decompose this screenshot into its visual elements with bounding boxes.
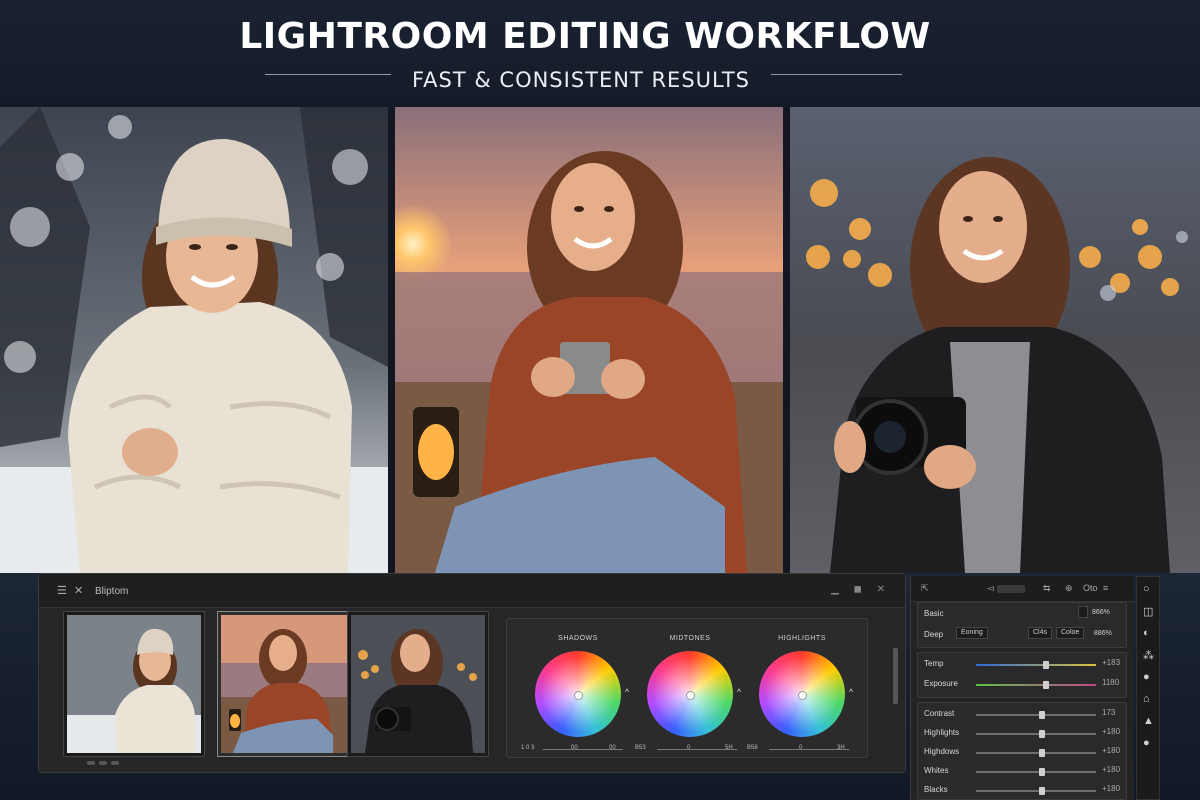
wheel-handle-shadows[interactable] bbox=[574, 691, 583, 700]
basic-section: Basic 866% Deep Eoning Cl4s Coloe 886% bbox=[917, 602, 1127, 648]
presence-slider[interactable] bbox=[976, 730, 1096, 738]
page-title: LIGHTROOM EDITING WORKFLOW bbox=[239, 16, 931, 57]
list-icon[interactable]: ≡ bbox=[1103, 583, 1108, 593]
tool-strip: ○ ◫ ◐ ⁂ ● ⌂ ▲ ● bbox=[1136, 576, 1160, 800]
presence-label: Highdows bbox=[924, 747, 960, 756]
filmstrip-scroll-track[interactable] bbox=[53, 759, 513, 767]
presence-value: 173 bbox=[1102, 708, 1116, 717]
triangle-icon[interactable]: ▲ bbox=[1143, 715, 1154, 727]
color-chip[interactable]: Coloe bbox=[1056, 627, 1085, 639]
presence-slider-knob[interactable] bbox=[1039, 768, 1045, 776]
presence-label: Blacks bbox=[924, 785, 948, 794]
close-icon[interactable]: ✕ bbox=[74, 584, 83, 597]
temp-value: +183 bbox=[1102, 658, 1121, 667]
editor-window: ☰ ✕ Bliptom ▁ ◼ ✕ SHADOWS MIDTONES HIGHL… bbox=[38, 573, 906, 773]
scale-mid: 0 bbox=[799, 745, 803, 751]
presence-slider-knob[interactable] bbox=[1039, 749, 1045, 757]
scale-min: B58 bbox=[747, 745, 758, 751]
scale-mid: 0 bbox=[687, 745, 691, 751]
add-icon[interactable]: ⊕ bbox=[1065, 583, 1073, 594]
basic-toggle[interactable] bbox=[1078, 606, 1088, 618]
scale-min: 1 0 3 bbox=[521, 745, 535, 751]
editor-name: Bliptom bbox=[95, 586, 129, 597]
presence-value: +180 bbox=[1102, 727, 1121, 736]
temp-label: Temp bbox=[924, 659, 944, 668]
basic-label: Basic bbox=[924, 609, 944, 618]
tone-icon[interactable]: ◐ bbox=[1143, 627, 1150, 639]
presence-slider-knob[interactable] bbox=[1039, 787, 1045, 795]
toolbar-label[interactable]: Oto bbox=[1083, 583, 1098, 593]
home-icon[interactable]: ⌂ bbox=[1143, 693, 1150, 705]
expand-icon[interactable]: ⇱ bbox=[921, 583, 929, 594]
toolbar-pill[interactable] bbox=[997, 585, 1025, 593]
temp-slider[interactable] bbox=[976, 661, 1096, 669]
thumbnail-beach-sunset[interactable] bbox=[217, 611, 359, 757]
wheel-caret-icon[interactable]: ^ bbox=[625, 687, 629, 697]
tone-section: Temp +183 Exposure 1180 bbox=[917, 652, 1127, 698]
wheel-handle-highlights[interactable] bbox=[798, 691, 807, 700]
presence-slider[interactable] bbox=[976, 768, 1096, 776]
header-banner: LIGHTROOM EDITING WORKFLOW FAST & CONSIS… bbox=[0, 0, 1200, 107]
wheel-scale-shadows[interactable]: 1 0 3 00 00 bbox=[521, 745, 631, 755]
wheel-handle-midtones[interactable] bbox=[686, 691, 695, 700]
presence-slider[interactable] bbox=[976, 787, 1096, 795]
page-subtitle: FAST & CONSISTENT RESULTS bbox=[412, 68, 750, 92]
color-grading-panel: SHADOWS MIDTONES HIGHLIGHTS ^ ^ ^ 1 0 3 … bbox=[506, 618, 868, 758]
menu-icon[interactable]: ☰ bbox=[57, 584, 67, 597]
presence-section: Contrast 173 Highlights +180 Highdows +180 Whi… bbox=[917, 702, 1127, 800]
presence-label: Contrast bbox=[924, 709, 955, 718]
scale-max: 3H bbox=[837, 745, 845, 751]
profile-dropdown[interactable]: Eoning bbox=[956, 627, 988, 639]
editor-scrollbar[interactable] bbox=[893, 648, 898, 704]
wheel-caret-icon[interactable]: ^ bbox=[737, 687, 741, 697]
scale-mid: 00 bbox=[571, 745, 578, 751]
wheel-caret-icon[interactable]: ^ bbox=[849, 687, 853, 697]
healing-icon[interactable]: ⁂ bbox=[1143, 649, 1154, 662]
crop-circle-icon[interactable]: ○ bbox=[1143, 583, 1150, 595]
exposure-value: 1180 bbox=[1102, 678, 1120, 687]
wheel-label-midtones: MIDTONES bbox=[669, 635, 711, 642]
presence-value: +180 bbox=[1102, 784, 1121, 793]
profile-label: Deep bbox=[924, 630, 944, 639]
divider-line-right bbox=[771, 74, 902, 75]
photo-beach-sunset bbox=[395, 107, 783, 573]
mask-icon[interactable]: ● bbox=[1143, 671, 1150, 683]
temp-slider-knob[interactable] bbox=[1042, 661, 1049, 669]
treatment-chip[interactable]: Cl4s bbox=[1028, 627, 1053, 639]
presence-slider-knob[interactable] bbox=[1039, 711, 1045, 719]
presence-slider[interactable] bbox=[976, 749, 1096, 757]
wheel-scale-midtones[interactable]: B53 0 5H bbox=[635, 745, 745, 755]
presence-label: Highlights bbox=[924, 728, 960, 737]
scale-max: 5H bbox=[725, 745, 733, 751]
presence-value: +180 bbox=[1102, 765, 1121, 774]
exposure-slider[interactable] bbox=[976, 681, 1096, 689]
presence-label: Whites bbox=[924, 766, 949, 775]
profile-value: 886% bbox=[1094, 630, 1112, 637]
swap-icon[interactable]: ⇆ bbox=[1043, 583, 1051, 594]
wheel-scale-highlights[interactable]: B58 0 3H bbox=[747, 745, 857, 755]
photo-city-night bbox=[790, 107, 1200, 573]
image-icon[interactable]: ◫ bbox=[1143, 605, 1153, 618]
presence-value: +180 bbox=[1102, 746, 1121, 755]
develop-toolbar: ⇱ ◅ ⇆ ⊕ Oto ≡ bbox=[911, 576, 1134, 602]
wheel-label-shadows: SHADOWS bbox=[558, 635, 598, 642]
dot-icon[interactable]: ● bbox=[1143, 737, 1150, 749]
develop-panel: ⇱ ◅ ⇆ ⊕ Oto ≡ Basic 866% Deep Eoning Cl4… bbox=[910, 576, 1134, 800]
window-controls-icon[interactable]: ▁ ◼ ✕ bbox=[831, 584, 891, 595]
photo-winter bbox=[0, 107, 388, 573]
presence-slider[interactable] bbox=[976, 711, 1096, 719]
scale-min: B53 bbox=[635, 745, 646, 751]
exposure-slider-knob[interactable] bbox=[1042, 681, 1049, 689]
basic-value: 866% bbox=[1092, 609, 1110, 616]
exposure-label: Exposure bbox=[924, 679, 958, 688]
thumbnail-city-night[interactable] bbox=[347, 611, 489, 757]
presence-slider-knob[interactable] bbox=[1039, 730, 1045, 738]
scale-max: 00 bbox=[609, 745, 616, 751]
editor-titlebar: ☰ ✕ Bliptom ▁ ◼ ✕ bbox=[39, 574, 905, 608]
thumbnail-winter[interactable] bbox=[63, 611, 205, 757]
back-icon[interactable]: ◅ bbox=[987, 583, 994, 594]
wheel-label-highlights: HIGHLIGHTS bbox=[778, 635, 826, 642]
